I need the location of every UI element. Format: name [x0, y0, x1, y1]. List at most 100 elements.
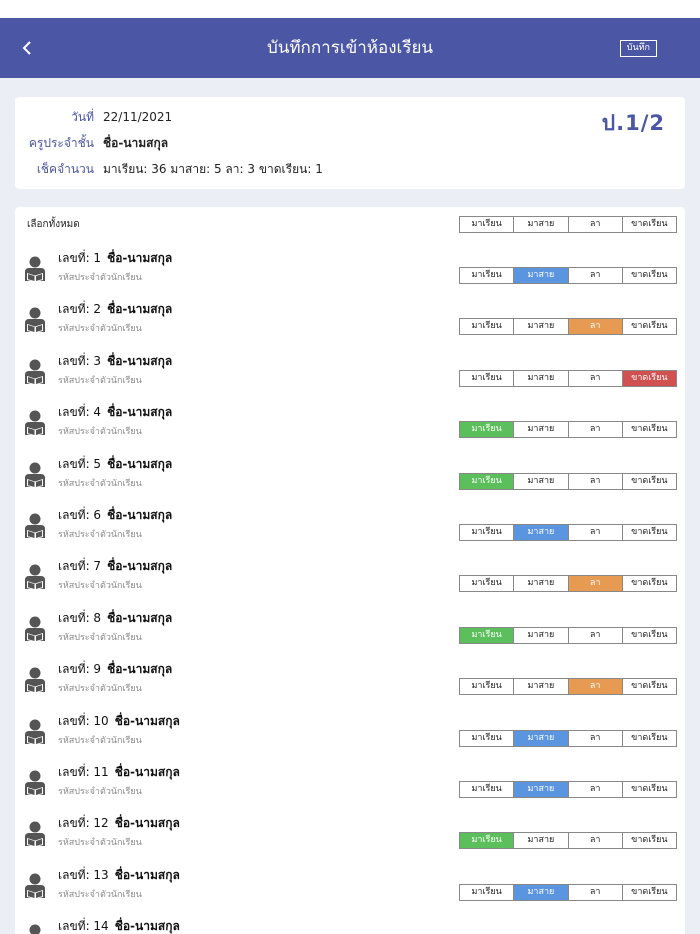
avatar — [24, 409, 46, 437]
status-leave-button[interactable]: ลา — [568, 319, 623, 335]
student-row: เลขที่: 5 ชื่อ-นามสกุล รหัสประจำตัวนักเรีย… — [15, 453, 685, 503]
student-id-label: รหัสประจำตัวนักเรียน — [58, 324, 142, 335]
status-present-button[interactable]: มาเรียน — [460, 782, 515, 797]
status-absent-button[interactable]: ขาดเรียน — [623, 731, 676, 746]
status-present-button[interactable]: มาเรียน — [460, 525, 515, 540]
status-late-button[interactable]: มาสาย — [514, 473, 569, 489]
status-leave-button[interactable]: ลา — [569, 730, 623, 746]
status-present-button[interactable]: มาเรียน — [460, 268, 515, 283]
status-leave-button[interactable]: ลา — [569, 525, 623, 540]
status-present-button[interactable]: มาเรียน — [460, 422, 515, 438]
student-row: เลขที่: 8 ชื่อ-นามสกุล รหัสประจำตัวนักเรีย… — [15, 607, 685, 657]
attendance-status-selector: มาเรียน มาสาย ลา ขาดเรียน — [459, 883, 677, 901]
date-value: 22/11/2021 — [103, 110, 173, 124]
status-absent-button[interactable]: ขาดเรียน — [623, 319, 676, 334]
avatar — [24, 872, 46, 900]
student-row: เลขที่: 9 ชื่อ-นามสกุล รหัสประจำตัวนักเรีย… — [15, 658, 685, 708]
student-id-label: รหัสประจำตัวนักเรียน — [58, 375, 142, 386]
status-absent-button[interactable]: ขาดเรียน — [623, 576, 676, 591]
status-present-button[interactable]: มาเรียน — [460, 576, 515, 592]
status-absent-button[interactable]: ขาดเรียน — [622, 370, 676, 386]
status-late-button[interactable]: มาสาย — [514, 370, 569, 386]
status-leave-button[interactable]: ลา — [569, 884, 623, 900]
status-late-button[interactable]: มาสาย — [514, 730, 569, 746]
status-leave-button[interactable]: ลา — [569, 782, 623, 797]
status-late-button[interactable]: มาสาย — [514, 576, 569, 592]
student-fullname: ชื่อ-นามสกุล — [107, 302, 173, 317]
status-absent-button[interactable]: ขาดเรียน — [623, 474, 676, 489]
status-absent-button[interactable]: ขาดเรียน — [623, 268, 676, 283]
student-name: เลขที่: 1 ชื่อ-นามสกุล — [58, 249, 172, 268]
select-all-present-button[interactable]: มาเรียน — [460, 217, 515, 232]
status-absent-button[interactable]: ขาดเรียน — [623, 833, 676, 848]
status-leave-button[interactable]: ลา — [569, 268, 623, 283]
student-number: เลขที่: 14 — [58, 919, 109, 934]
status-late-button[interactable]: มาสาย — [514, 833, 569, 849]
student-id-label: รหัสประจำตัวนักเรียน — [58, 838, 142, 849]
student-id-label: รหัสประจำตัวนักเรียน — [58, 632, 142, 643]
status-present-button[interactable]: มาเรียน — [460, 627, 515, 643]
student-fullname: ชื่อ-นามสกุล — [107, 251, 173, 265]
attendance-status-selector: มาเรียน มาสาย ลา ขาดเรียน — [459, 524, 677, 541]
student-id-label: รหัสประจำตัวนักเรียน — [58, 530, 142, 540]
date-label: วันที่ — [71, 109, 94, 124]
status-late-button[interactable]: มาสาย — [514, 679, 569, 695]
select-all-absent-button[interactable]: ขาดเรียน — [623, 217, 676, 232]
status-present-button[interactable]: มาเรียน — [460, 370, 515, 386]
status-present-button[interactable]: มาเรียน — [460, 319, 515, 335]
save-button[interactable]: บันทึก — [619, 40, 657, 57]
select-all-status-selector: มาเรียน มาสาย ลา ขาดเรียน — [459, 216, 677, 233]
select-all-late-button[interactable]: มาสาย — [514, 217, 569, 232]
status-late-button[interactable]: มาสาย — [514, 268, 569, 283]
status-leave-button[interactable]: ลา — [569, 370, 623, 386]
status-present-button[interactable]: มาเรียน — [460, 833, 515, 849]
status-leave-button[interactable]: ลา — [569, 422, 623, 438]
student-reading-icon — [25, 873, 45, 899]
status-leave-button[interactable]: ลา — [568, 679, 623, 695]
teacher-row: ครูประจำชั้น ชื่อ-นามสกุล — [15, 133, 535, 153]
attendance-status-selector: มาเรียน มาสาย ลา ขาดเรียน — [459, 575, 677, 593]
status-present-button[interactable]: มาเรียน — [460, 730, 515, 746]
status-absent-button[interactable]: ขาดเรียน — [623, 782, 676, 797]
status-late-button[interactable]: มาสาย — [514, 782, 569, 797]
attendance-status-selector: มาเรียน มาสาย ลา ขาดเรียน — [459, 421, 677, 439]
status-late-button[interactable]: มาสาย — [514, 525, 569, 540]
status-present-button[interactable]: มาเรียน — [460, 679, 515, 695]
select-all-leave-button[interactable]: ลา — [569, 217, 623, 232]
status-absent-button[interactable]: ขาดเรียน — [623, 525, 676, 540]
status-present-button[interactable]: มาเรียน — [460, 884, 515, 900]
status-late-button[interactable]: มาสาย — [514, 319, 569, 335]
student-fullname: ชื่อ-นามสกุล — [114, 816, 180, 831]
status-present-button[interactable]: มาเรียน — [460, 473, 515, 489]
avatar — [24, 306, 46, 334]
status-late-button[interactable]: มาสาย — [514, 884, 569, 900]
status-leave-button[interactable]: ลา — [569, 627, 623, 643]
student-row: เลขที่: 12 ชื่อ-นามสกุล รหัสประจำตัวนักเรี… — [15, 812, 685, 862]
status-late-button[interactable]: มาสาย — [514, 627, 569, 643]
status-bar — [0, 0, 700, 18]
student-fullname: ชื่อ-นามสกุล — [107, 456, 173, 471]
status-absent-button[interactable]: ขาดเรียน — [623, 628, 676, 643]
student-id-label: รหัสประจำตัวนักเรียน — [58, 427, 142, 438]
student-name: เลขที่: 14 ชื่อ-นามสกุล — [58, 917, 180, 934]
student-id-label: รหัสประจำตัวนักเรียน — [58, 581, 142, 592]
chevron-left-icon — [22, 41, 31, 55]
class-name: ป.1/2 — [601, 111, 665, 135]
status-leave-button[interactable]: ลา — [569, 473, 623, 489]
status-leave-button[interactable]: ลา — [568, 576, 623, 592]
count-label: เช็คจำนวน — [36, 161, 94, 176]
back-button[interactable] — [16, 34, 38, 62]
student-fullname: ชื่อ-นามสกุล — [114, 867, 180, 882]
status-absent-button[interactable]: ขาดเรียน — [623, 679, 676, 694]
status-leave-button[interactable]: ลา — [569, 833, 623, 849]
student-id-label: รหัสประจำตัวนักเรียน — [58, 889, 142, 900]
student-fullname: ชื่อ-นามสกุล — [114, 919, 180, 934]
status-late-button[interactable]: มาสาย — [514, 422, 569, 438]
status-absent-button[interactable]: ขาดเรียน — [623, 422, 676, 437]
student-reading-icon — [29, 924, 41, 934]
student-fullname: ชื่อ-นามสกุล — [114, 713, 180, 728]
student-number: เลขที่: 5 — [58, 456, 102, 471]
student-reading-icon — [25, 513, 45, 539]
avatar — [24, 461, 46, 489]
status-absent-button[interactable]: ขาดเรียน — [623, 885, 676, 900]
